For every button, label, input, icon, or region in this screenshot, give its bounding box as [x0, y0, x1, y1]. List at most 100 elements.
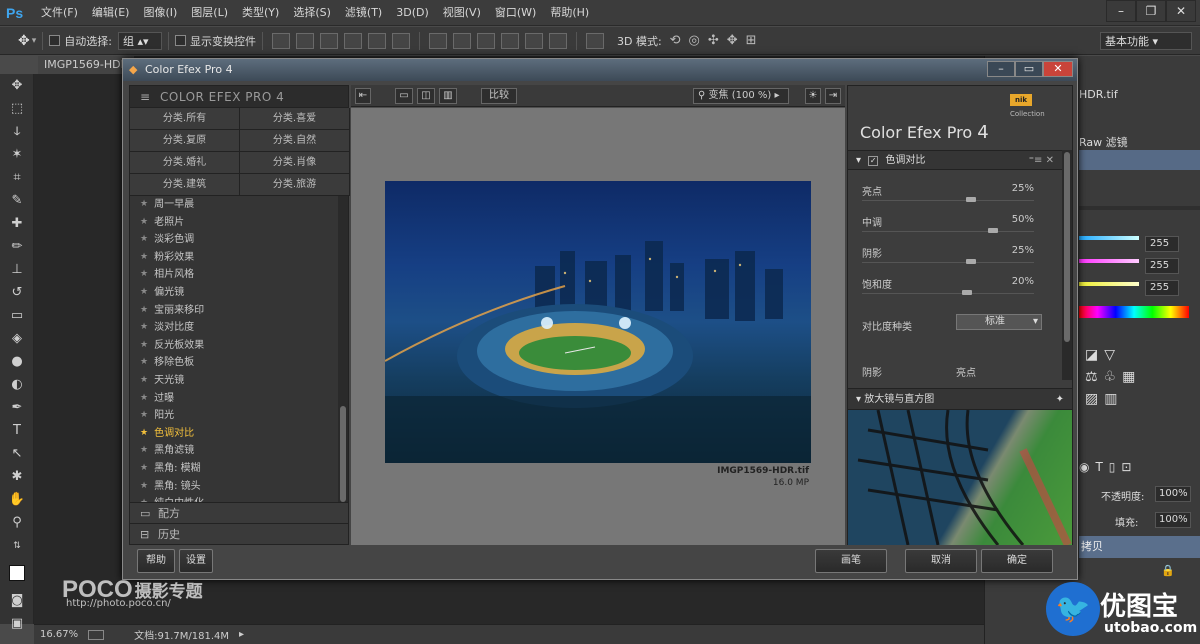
star-icon[interactable]: ★ [140, 196, 148, 214]
midtones-slider[interactable]: 中调 50% [848, 209, 1062, 240]
move-tool-icon[interactable]: ✥ [18, 33, 30, 49]
menu-edit[interactable]: 编辑(E) [85, 0, 137, 26]
menu-layer[interactable]: 图层(L) [184, 0, 235, 26]
filter-item-active[interactable]: ★ 色调对比 [130, 425, 338, 443]
align-top-icon[interactable] [271, 32, 290, 49]
align-right-icon[interactable] [391, 32, 410, 49]
category-portrait[interactable]: 分类.肖像 [240, 152, 350, 174]
dodge-tool-icon[interactable]: ◐ [0, 373, 34, 396]
dialog-minimize-icon[interactable]: – [987, 61, 1015, 77]
star-icon[interactable]: ★ [140, 425, 148, 443]
highlights-slider[interactable]: 亮点 25% [848, 178, 1062, 209]
saturation-slider[interactable]: 饱和度 20% [848, 271, 1062, 302]
split-view-icon[interactable]: ◫ [417, 88, 435, 104]
star-icon[interactable]: ★ [140, 460, 148, 478]
auto-select-checkbox[interactable] [49, 35, 61, 46]
show-transform-checkbox[interactable] [174, 35, 186, 46]
filter-item[interactable]: ★ 周一早晨 [130, 196, 338, 214]
menu-help[interactable]: 帮助(H) [543, 0, 596, 26]
pen-tool-icon[interactable]: ✒ [0, 396, 34, 419]
align-bottom-icon[interactable] [319, 32, 338, 49]
layer-copy-row[interactable]: 拷贝 [1079, 536, 1200, 558]
screen-mode-icon[interactable]: ▣ [0, 612, 34, 635]
brush-button[interactable]: 画笔 [815, 549, 887, 573]
distribute-hcenter-icon[interactable] [524, 32, 543, 49]
magenta-slider[interactable] [1079, 259, 1139, 263]
contrast-type-dropdown[interactable]: 标准 ▾ [956, 314, 1042, 330]
filter-item[interactable]: ★ 老照片 [130, 214, 338, 232]
layer-filter-icons[interactable]: ◉T▯⊡ [1079, 460, 1200, 474]
category-restore[interactable]: 分类.复原 [130, 130, 240, 152]
zoom-dropdown[interactable]: ⚲ 变焦 (100 %) ▸ [693, 88, 789, 104]
eraser-icon[interactable]: ▭ [0, 304, 34, 327]
star-icon[interactable]: ★ [140, 214, 148, 232]
menu-icon[interactable]: ≡ [140, 86, 151, 108]
healing-brush-icon[interactable]: ✚ [0, 212, 34, 235]
controls-scrollbar[interactable] [1062, 150, 1072, 380]
workspace-dropdown[interactable]: 基本功能 ▾ [1100, 31, 1192, 50]
history-section[interactable]: ⊟ 历史 [130, 523, 348, 544]
fill-input[interactable]: 100% [1155, 512, 1191, 528]
star-icon[interactable]: ★ [140, 284, 148, 302]
magic-wand-icon[interactable]: ✶ [0, 143, 34, 166]
auto-align-icon[interactable] [585, 32, 604, 49]
filter-item[interactable]: ★ 宝丽来移印 [130, 302, 338, 320]
pin-icon[interactable]: ✦ [1056, 389, 1064, 411]
cyan-slider[interactable] [1079, 236, 1139, 240]
star-icon[interactable]: ★ [140, 442, 148, 460]
swap-colors-icon[interactable]: ⇅ [0, 534, 34, 557]
blur-tool-icon[interactable]: ● [0, 350, 34, 373]
chevron-down-icon[interactable]: ▾ [32, 36, 37, 46]
filter-item[interactable]: ★ 粉彩效果 [130, 249, 338, 267]
star-icon[interactable]: ★ [140, 354, 148, 372]
brush-tool-icon[interactable]: ✏ [0, 235, 34, 258]
single-view-icon[interactable]: ▭ [395, 88, 413, 104]
filter-item[interactable]: ★ 淡对比度 [130, 319, 338, 337]
3d-tools-icon[interactable]: ⟲◎✣✥⊞ [670, 33, 765, 48]
category-architecture[interactable]: 分类.建筑 [130, 174, 240, 196]
filter-item[interactable]: ★ 偏光镜 [130, 284, 338, 302]
preview-area[interactable]: IMGP1569-HDR.tif 16.0 MP [351, 108, 845, 545]
category-favorites[interactable]: 分类.喜爱 [240, 108, 350, 130]
align-vcenter-icon[interactable] [295, 32, 314, 49]
filter-item[interactable]: ★ 天光镜 [130, 372, 338, 390]
star-icon[interactable]: ★ [140, 302, 148, 320]
status-arrow-icon[interactable]: ▸ [239, 629, 244, 640]
zoom-level[interactable]: 16.67% [40, 629, 78, 640]
crop-tool-icon[interactable]: ⌗ [0, 166, 34, 189]
side-by-side-icon[interactable]: ▥ [439, 88, 457, 104]
distribute-top-icon[interactable] [428, 32, 447, 49]
dialog-close-icon[interactable]: ✕ [1043, 61, 1073, 77]
menu-filter[interactable]: 滤镜(T) [338, 0, 389, 26]
marquee-tool-icon[interactable]: ⬚ [0, 97, 34, 120]
eyedropper-icon[interactable]: ✎ [0, 189, 34, 212]
filter-panel-header[interactable]: ▾ ✓ 色调对比 ⁼≡ ✕ [848, 150, 1062, 170]
filter-item[interactable]: ★ 过曝 [130, 390, 338, 408]
star-icon[interactable]: ★ [140, 231, 148, 249]
menu-type[interactable]: 类型(Y) [235, 0, 286, 26]
distribute-left-icon[interactable] [500, 32, 519, 49]
color-value-1[interactable]: 255 [1145, 236, 1179, 252]
category-all[interactable]: 分类.所有 [130, 108, 240, 130]
foreground-color-swatch[interactable] [0, 557, 34, 589]
ok-button[interactable]: 确定 [981, 549, 1053, 573]
distribute-right-icon[interactable] [548, 32, 567, 49]
shape-tool-icon[interactable]: ✱ [0, 465, 34, 488]
filter-item[interactable]: ★ 淡彩色调 [130, 231, 338, 249]
cancel-button[interactable]: 取消 [905, 549, 977, 573]
star-icon[interactable]: ★ [140, 337, 148, 355]
move-tool-icon[interactable]: ✥ [0, 74, 34, 97]
menu-image[interactable]: 图像(I) [136, 0, 184, 26]
lasso-tool-icon[interactable]: ↆ [0, 120, 34, 143]
dialog-maximize-icon[interactable]: ▭ [1015, 61, 1043, 77]
paint-bucket-icon[interactable]: ◈ [0, 327, 34, 350]
compare-button[interactable]: 比较 [481, 88, 517, 104]
distribute-bottom-icon[interactable] [476, 32, 495, 49]
yellow-slider[interactable] [1079, 282, 1139, 286]
filter-item[interactable]: ★ 反光板效果 [130, 337, 338, 355]
hand-tool-icon[interactable]: ✋ [0, 488, 34, 511]
auto-select-dropdown[interactable]: 组 ▴▾ [117, 31, 162, 50]
path-select-icon[interactable]: ↖ [0, 442, 34, 465]
filter-item[interactable]: ★ 相片风格 [130, 266, 338, 284]
category-nature[interactable]: 分类.自然 [240, 130, 350, 152]
